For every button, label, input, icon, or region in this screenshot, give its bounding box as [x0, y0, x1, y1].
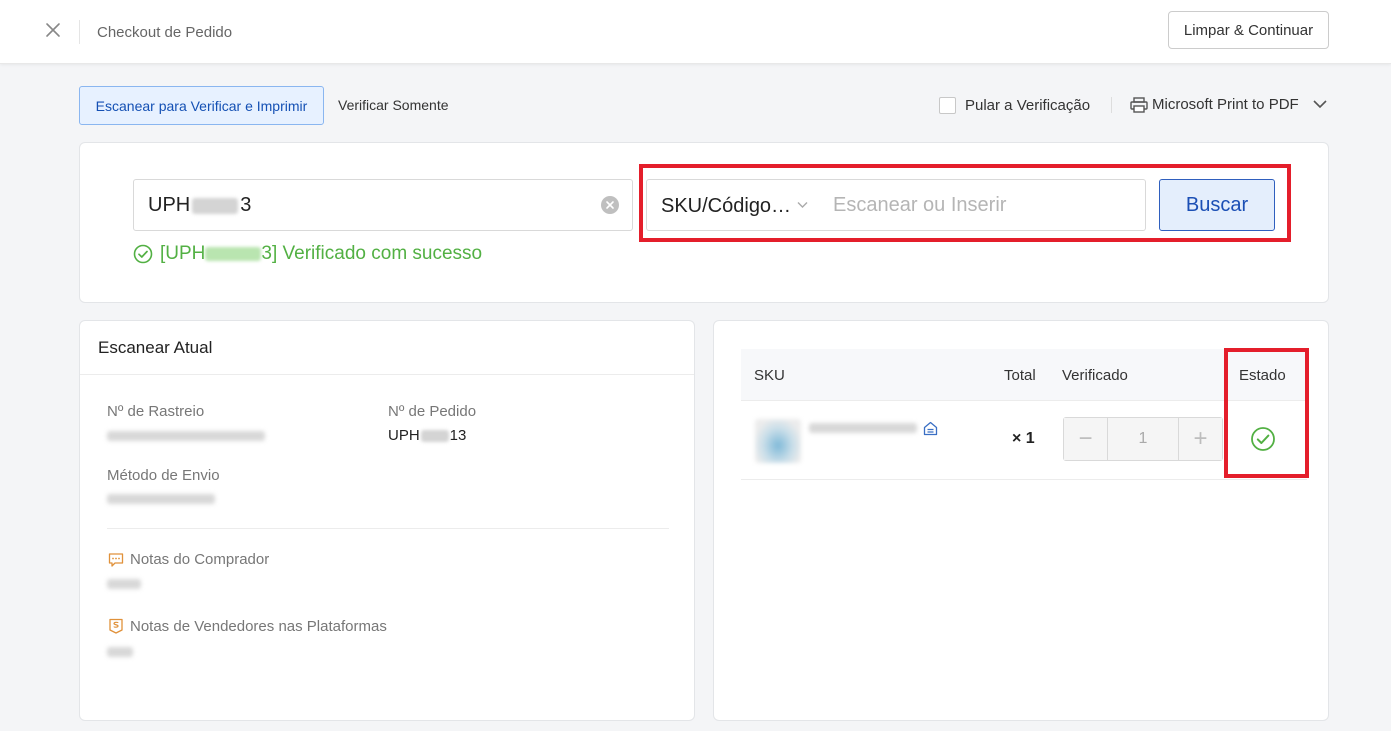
increase-quantity-button[interactable]: + [1178, 418, 1222, 460]
skip-verification-checkbox[interactable] [939, 97, 956, 114]
buyer-notes-label: Notas do Comprador [130, 551, 270, 568]
tab-verify-only[interactable]: Verificar Somente [338, 97, 449, 113]
header-divider [79, 20, 80, 44]
current-scan-header: Escanear Atual [80, 321, 694, 375]
seller-notes-label: Notas de Vendedores nas Plataformas [130, 618, 387, 635]
column-header-status: Estado [1239, 367, 1286, 384]
verification-success-message: [UPH 3] Verificado com sucesso [160, 243, 483, 264]
current-scan-card: Escanear Atual Nº de Rastreio Nº de Pedi… [79, 320, 695, 721]
decrease-quantity-button[interactable]: − [1064, 418, 1108, 460]
section-divider [107, 528, 669, 529]
order-number-value: UPH 3 [148, 194, 252, 216]
redacted-text [205, 246, 262, 261]
check-circle-icon [1251, 427, 1275, 451]
tracking-number-label: Nº de Rastreio [107, 403, 205, 420]
tab-scan-verify-print[interactable]: Escanear para Verificar e Imprimir [79, 86, 324, 125]
sku-name [809, 423, 917, 433]
shipping-method-value [107, 494, 215, 504]
seller-notes-icon [109, 618, 123, 634]
current-scan-title: Escanear Atual [98, 338, 213, 357]
printer-icon [1130, 97, 1148, 113]
chevron-down-icon[interactable] [1313, 99, 1327, 109]
page-title: Checkout de Pedido [97, 24, 233, 41]
sku-table-card: SKU Total Verificado Estado × 1 − 1 + [713, 320, 1329, 721]
seller-notes-value [107, 647, 133, 657]
message-icon [108, 553, 124, 567]
top-bar: Checkout de Pedido Limpar & Continuar [0, 0, 1391, 64]
printer-select[interactable]: Microsoft Print to PDF [1152, 96, 1299, 113]
order-number-input[interactable]: UPH 3 [133, 179, 633, 231]
product-thumbnail [755, 419, 801, 463]
order-number-detail: UPH 13 [388, 427, 467, 444]
order-number-label: Nº de Pedido [388, 403, 477, 420]
table-row: × 1 − 1 + [741, 401, 1307, 480]
verified-quantity-value: 1 [1138, 430, 1148, 447]
verified-quantity-stepper: − 1 + [1063, 417, 1223, 461]
column-header-verified: Verificado [1062, 367, 1128, 384]
redacted-text [192, 197, 239, 214]
warehouse-icon[interactable] [923, 421, 938, 436]
close-icon[interactable] [44, 21, 62, 39]
tracking-number-value [107, 431, 265, 441]
options-divider [1111, 97, 1112, 113]
column-header-total: Total [1004, 367, 1036, 384]
scan-input[interactable] [820, 179, 1146, 231]
sku-type-select[interactable]: SKU/Código… [646, 179, 821, 231]
table-header: SKU Total Verificado Estado [741, 349, 1307, 401]
clear-continue-button[interactable]: Limpar & Continuar [1168, 11, 1329, 49]
skip-verification-label[interactable]: Pular a Verificação [965, 97, 1090, 114]
redacted-text [420, 430, 449, 443]
clear-input-icon[interactable] [601, 196, 619, 214]
column-header-sku: SKU [754, 367, 785, 384]
search-button[interactable]: Buscar [1159, 179, 1275, 231]
row-total-quantity: × 1 [1012, 430, 1035, 447]
chevron-down-icon [797, 202, 808, 208]
buyer-notes-value [107, 579, 141, 589]
shipping-method-label: Método de Envio [107, 467, 220, 484]
check-circle-icon [133, 244, 153, 264]
